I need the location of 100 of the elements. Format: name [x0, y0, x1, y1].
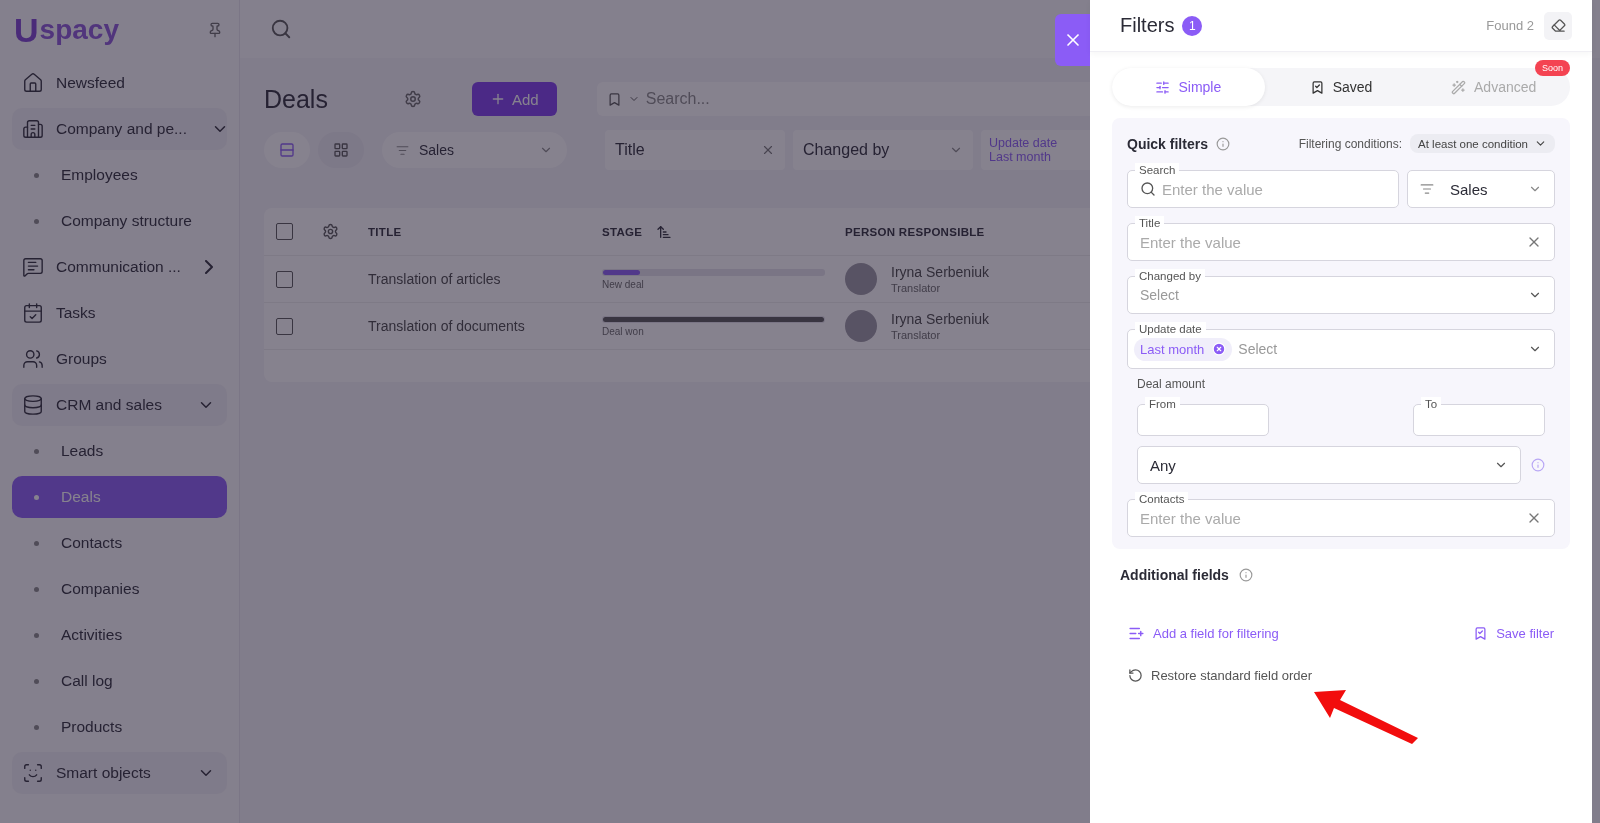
conditions-label: Filtering conditions: [1298, 136, 1403, 151]
logo: Uspacy [14, 13, 119, 47]
filter-tab[interactable]: Saved [1264, 68, 1418, 106]
close-button[interactable] [1055, 14, 1091, 66]
count-badge: 1 [1182, 15, 1203, 36]
sidebar-item[interactable]: Tasks [12, 292, 227, 334]
field-label: From [1145, 397, 1180, 411]
bookmark-icon [606, 91, 622, 107]
nav-icon [22, 762, 44, 784]
field-label: To [1421, 397, 1442, 411]
info-icon[interactable] [1531, 458, 1545, 472]
person-role: Translator [891, 329, 942, 341]
table-cell-text: Translation of documents [368, 318, 526, 334]
field-label: Changed by [1135, 269, 1206, 283]
pin-icon[interactable] [207, 22, 223, 38]
sidebar-item[interactable]: Company and pe... [12, 108, 227, 150]
info-icon[interactable] [1238, 568, 1253, 582]
nav-icon [22, 302, 44, 324]
row-checkbox[interactable] [276, 270, 293, 288]
field-label: Contacts [1135, 492, 1189, 506]
clear-icon[interactable] [761, 143, 775, 157]
tab-icon [1155, 79, 1171, 95]
section-title: Additional fields [1120, 567, 1229, 583]
bullet-icon [34, 540, 39, 546]
filter-icon [396, 143, 409, 157]
field-label: Update date [1135, 322, 1206, 336]
section-title: Quick filters [1127, 135, 1208, 152]
column-header[interactable]: STAGE [602, 223, 845, 240]
avatar [845, 263, 877, 295]
person-name: Iryna Serbeniuk [891, 264, 990, 280]
restore-order-link[interactable]: Restore standard field order [1128, 668, 1570, 683]
bullet-icon [34, 494, 39, 500]
settings-icon[interactable] [404, 90, 422, 108]
remove-icon[interactable] [1212, 342, 1227, 356]
sort-icon[interactable] [656, 223, 673, 240]
sidebar-subitem[interactable]: Companies [12, 568, 227, 610]
plus-icon [490, 91, 506, 107]
stage-label: Deal won [602, 325, 645, 337]
sidebar-subitem[interactable]: Leads [12, 430, 227, 472]
eraser-icon [1550, 18, 1566, 33]
bullet-icon [34, 678, 39, 684]
add-list-icon [1128, 625, 1145, 642]
table-cell-text: Translation of articles [368, 271, 502, 287]
column-header[interactable]: TITLE [368, 225, 602, 238]
filter-chip[interactable]: Title [605, 130, 785, 170]
field-label: Deal amount [1137, 377, 1207, 391]
bullet-icon [34, 632, 39, 638]
tab-icon [1451, 79, 1467, 95]
row-checkbox[interactable] [276, 317, 293, 335]
bullet-icon [34, 448, 39, 454]
bullet-icon [34, 724, 39, 730]
field-label: Title [1135, 216, 1165, 230]
sidebar-subitem[interactable]: Company structure [12, 200, 227, 242]
sidebar-item[interactable]: Smart objects [12, 752, 227, 794]
avatar [845, 310, 877, 342]
conditions-select[interactable]: At least one condition [1410, 134, 1555, 153]
search-icon [1140, 181, 1156, 197]
found-count: Found 2 [1486, 18, 1534, 33]
select-field[interactable]: Any [1137, 446, 1521, 484]
filter-chip[interactable]: Changed by [793, 130, 973, 170]
filter-icon [1420, 182, 1434, 196]
field-label: Search [1135, 163, 1180, 177]
selected-chip[interactable]: Last month [1134, 337, 1233, 361]
search-icon[interactable] [270, 18, 292, 40]
sidebar-item[interactable]: Communication ... [12, 246, 227, 288]
nav-icon [22, 256, 44, 278]
sidebar-item[interactable]: CRM and sales [12, 384, 227, 426]
nav-icon [22, 118, 44, 140]
clear-filters-button[interactable] [1544, 11, 1572, 40]
add-field-link[interactable]: Add a field for filtering [1128, 625, 1279, 642]
tab-icon [1309, 79, 1325, 95]
settings-icon[interactable] [322, 223, 339, 240]
view-toggle[interactable] [318, 132, 364, 168]
sidebar-item[interactable]: Groups [12, 338, 227, 380]
sidebar-subitem[interactable]: Products [12, 706, 227, 748]
pipeline-select[interactable]: Sales [1407, 170, 1555, 208]
panel-title: Filters [1120, 14, 1175, 37]
nav-icon [22, 348, 44, 370]
grid-view-icon [333, 142, 349, 158]
save-filter-link[interactable]: Save filter [1473, 625, 1554, 642]
select-all-checkbox[interactable] [276, 223, 293, 240]
sidebar-item[interactable]: Newsfeed [12, 62, 227, 104]
sidebar-subitem[interactable]: Employees [12, 154, 227, 196]
page-title: Deals [264, 84, 329, 114]
sidebar-subitem[interactable]: Contacts [12, 522, 227, 564]
bullet-icon [34, 586, 39, 592]
filter-tab[interactable]: Simple [1112, 68, 1265, 106]
bullet-icon [34, 218, 39, 224]
chevron-right-icon [204, 260, 213, 274]
sidebar-subitem[interactable]: Call log [12, 660, 227, 702]
sidebar-subitem[interactable]: Deals [12, 476, 227, 518]
restore-icon [1128, 668, 1143, 683]
view-toggle[interactable] [264, 132, 310, 168]
nav-icon [22, 72, 44, 94]
nav-icon [22, 394, 44, 416]
bookmark-icon [1473, 626, 1489, 641]
pipeline-select[interactable]: Sales [382, 132, 567, 168]
sidebar-subitem[interactable]: Activities [12, 614, 227, 656]
info-icon[interactable] [1215, 136, 1230, 151]
add-button[interactable]: Add [472, 82, 557, 116]
